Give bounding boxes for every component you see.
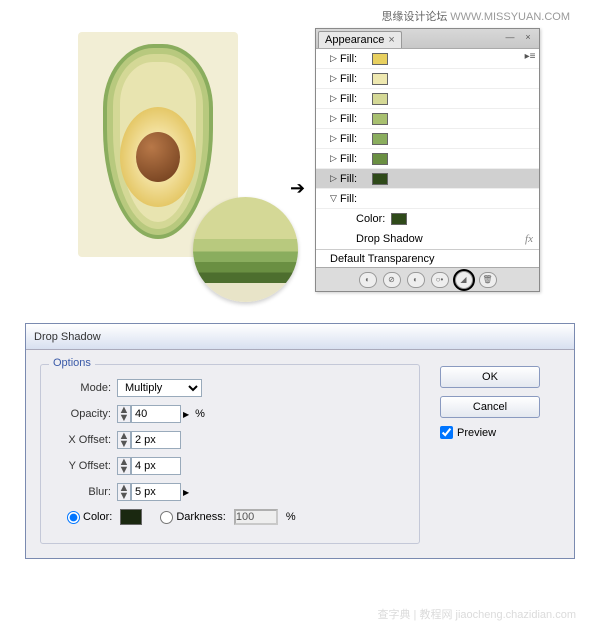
cancel-button[interactable]: Cancel (440, 396, 540, 418)
xoffset-label: X Offset: (53, 434, 111, 446)
color-picker-swatch[interactable] (120, 509, 142, 525)
pointer-arrow: ➔ (290, 178, 305, 199)
chevron-right-icon[interactable] (330, 93, 340, 104)
footer-btn-1[interactable]: ◐ (359, 272, 377, 288)
dialog-titlebar[interactable]: Drop Shadow (26, 324, 574, 350)
color-swatch[interactable] (391, 213, 407, 225)
options-legend: Options (49, 357, 95, 369)
panel-menu-icon[interactable]: ▸≡ (523, 51, 537, 62)
trash-icon[interactable]: 🗑 (479, 272, 497, 288)
close-panel-icon[interactable]: × (521, 31, 535, 43)
color-sub-row[interactable]: Color: (316, 209, 539, 229)
chevron-down-icon[interactable] (330, 193, 340, 204)
color-swatch[interactable] (372, 133, 388, 145)
minimize-icon[interactable]: — (503, 31, 517, 43)
yoffset-label: Y Offset: (53, 460, 111, 472)
default-transparency-row[interactable]: Default Transparency (316, 249, 539, 267)
options-group: Options Mode: Multiply Opacity: ▲▼ ▶ % X… (40, 364, 420, 544)
fill-row[interactable]: Fill: (316, 149, 539, 169)
avocado-illustration (78, 32, 238, 257)
fill-row[interactable]: Fill: (316, 49, 539, 69)
arrow-icon[interactable]: ▶ (183, 410, 189, 419)
darkness-input (234, 509, 278, 525)
spinner-arrows[interactable]: ▲▼ (117, 457, 131, 475)
fill-row[interactable]: Fill: (316, 109, 539, 129)
close-icon[interactable]: × (388, 34, 394, 46)
watermark-top: 思缘设计论坛 WWW.MISSYUAN.COM (381, 8, 570, 24)
fill-row-expanded[interactable]: Fill: (316, 189, 539, 209)
fx-icon[interactable]: fx (525, 233, 533, 245)
fill-row-selected[interactable]: Fill: (316, 169, 539, 189)
watermark-bottom: 查字典 | 教程网 jiaocheng.chazidian.com (378, 606, 577, 622)
drop-shadow-dialog: Drop Shadow Options Mode: Multiply Opaci… (25, 323, 575, 559)
fill-row[interactable]: Fill: (316, 69, 539, 89)
yoffset-input[interactable] (131, 457, 181, 475)
xoffset-input[interactable] (131, 431, 181, 449)
spinner-arrows[interactable]: ▲▼ (117, 483, 131, 501)
color-swatch[interactable] (372, 173, 388, 185)
opacity-input[interactable] (131, 405, 181, 423)
mode-select[interactable]: Multiply (117, 379, 202, 397)
zoom-detail (193, 197, 298, 302)
color-radio[interactable] (67, 511, 80, 524)
chevron-right-icon[interactable] (330, 73, 340, 84)
chevron-right-icon[interactable] (330, 53, 340, 64)
fill-row[interactable]: Fill: (316, 89, 539, 109)
darkness-radio[interactable] (160, 511, 173, 524)
fill-list: Fill: Fill: Fill: Fill: Fill: Fill: Fill… (316, 49, 539, 267)
color-swatch[interactable] (372, 113, 388, 125)
blur-label: Blur: (53, 486, 111, 498)
color-swatch[interactable] (372, 153, 388, 165)
opacity-label: Opacity: (53, 408, 111, 420)
color-swatch[interactable] (372, 93, 388, 105)
blur-input[interactable] (131, 483, 181, 501)
new-fill-button[interactable]: ◢ (455, 271, 473, 289)
color-swatch[interactable] (372, 53, 388, 65)
spinner-arrows[interactable]: ▲▼ (117, 431, 131, 449)
footer-btn-2[interactable]: ⊘ (383, 272, 401, 288)
footer-btn-3[interactable]: ◐ (407, 272, 425, 288)
fill-row[interactable]: Fill: (316, 129, 539, 149)
footer-btn-4[interactable]: ○• (431, 272, 449, 288)
arrow-icon[interactable]: ▶ (183, 488, 189, 497)
color-swatch[interactable] (372, 73, 388, 85)
preview-checkbox[interactable] (440, 426, 453, 439)
chevron-right-icon[interactable] (330, 113, 340, 124)
chevron-right-icon[interactable] (330, 153, 340, 164)
panel-header: Appearance× — × (316, 29, 539, 49)
ok-button[interactable]: OK (440, 366, 540, 388)
appearance-panel: Appearance× — × ▸≡ Fill: Fill: Fill: Fil… (315, 28, 540, 292)
mode-label: Mode: (53, 382, 111, 394)
appearance-tab[interactable]: Appearance× (318, 31, 402, 48)
chevron-right-icon[interactable] (330, 133, 340, 144)
chevron-right-icon[interactable] (330, 173, 340, 184)
panel-footer: ◐ ⊘ ◐ ○• ◢ 🗑 (316, 267, 539, 291)
spinner-arrows[interactable]: ▲▼ (117, 405, 131, 423)
effect-sub-row[interactable]: Drop Shadowfx (316, 229, 539, 249)
